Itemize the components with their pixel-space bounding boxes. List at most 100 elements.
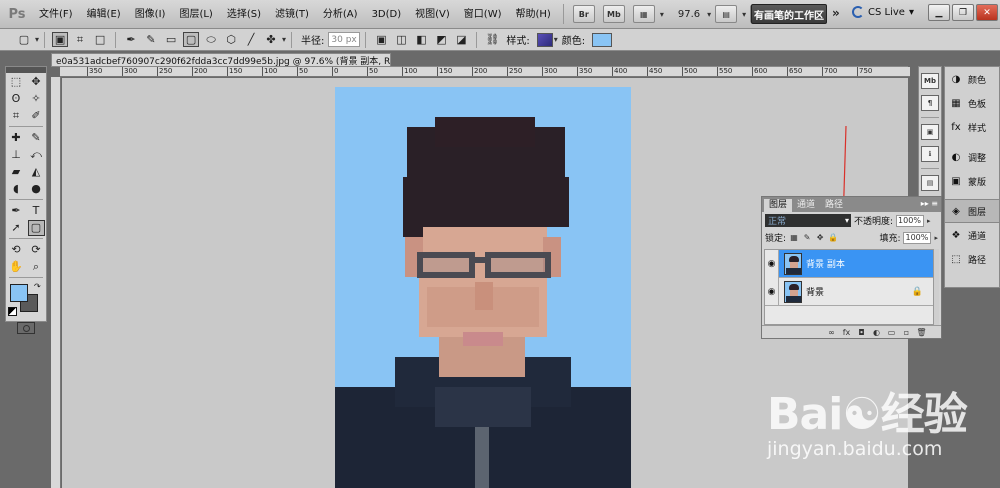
close-icon[interactable]: ✕	[976, 4, 998, 21]
default-colors-icon[interactable]	[8, 307, 17, 316]
visibility-eye-icon[interactable]: ◉	[765, 249, 779, 278]
fx-icon[interactable]: fx	[841, 328, 852, 337]
link-layer-style-icon[interactable]: ⛓	[484, 32, 500, 47]
zoom-tool-icon[interactable]: ⌕	[28, 259, 45, 275]
navigator-icon[interactable]: ▣	[921, 124, 939, 140]
dock-panel-adjustments[interactable]: ◐ 调整	[945, 145, 999, 169]
view-extras-dropdown-icon[interactable]: ▾	[660, 10, 664, 19]
lock-pixels-icon[interactable]: ✎	[802, 233, 812, 243]
paragraph-icon[interactable]: ¶	[921, 95, 939, 111]
link-icon[interactable]: ∞	[826, 328, 837, 337]
menu-item[interactable]: 图像(I)	[128, 0, 173, 29]
swap-colors-icon[interactable]: ↷	[34, 282, 41, 291]
menu-item[interactable]: 帮助(H)	[509, 0, 558, 29]
layer-row[interactable]: ◉ 背景 副本	[765, 249, 935, 278]
minimize-icon[interactable]: ▁	[928, 4, 950, 21]
group-icon[interactable]: ▭	[886, 328, 897, 337]
new-layer-icon[interactable]: ▫	[901, 328, 912, 337]
radius-input[interactable]	[328, 32, 361, 47]
dock-panel-layers[interactable]: ◈ 图层	[945, 199, 999, 223]
tool-preset-dropdown-icon[interactable]: ▾	[35, 35, 39, 44]
paint-bucket-tool-icon[interactable]: ◭	[28, 164, 45, 180]
polygon-shape-icon[interactable]: ⬡	[223, 32, 239, 47]
restore-icon[interactable]: ❐	[952, 4, 974, 21]
dock-panel-channels[interactable]: ❖ 通道	[945, 223, 999, 247]
path-selection-tool-icon[interactable]: ➚	[8, 220, 25, 236]
eyedropper-tool-icon[interactable]: ✐	[28, 108, 45, 124]
lock-position-icon[interactable]: ✥	[815, 233, 825, 243]
shape-options-dropdown-icon[interactable]: ▾	[282, 35, 286, 44]
layers-panel-tab[interactable]: 图层	[764, 199, 793, 212]
style-swatch[interactable]	[536, 32, 553, 47]
document-tab[interactable]: e0a531adcbef760907c290f62fdda3cc7dd99e5b…	[51, 53, 391, 67]
brush-tool-icon[interactable]: ✎	[28, 130, 45, 146]
panel-menu-icon[interactable]: ▸▸ ≡	[921, 199, 938, 208]
rounded-rectangle-tool-icon[interactable]: ▢	[27, 219, 45, 236]
quick-mask-button[interactable]	[17, 322, 35, 334]
dock-panel-swatches[interactable]: ▦ 色板	[945, 91, 999, 115]
fill-input[interactable]: 100%	[903, 231, 932, 244]
dock-panel-paths[interactable]: ⬚ 路径	[945, 247, 999, 271]
lock-all-icon[interactable]: 🔒	[828, 233, 838, 243]
eraser-tool-icon[interactable]: ▰	[8, 164, 25, 180]
dodge-tool-icon[interactable]: ●	[28, 181, 45, 197]
dock-panel-masks[interactable]: ▣ 蒙版	[945, 169, 999, 193]
view-extras-button[interactable]: ▦	[632, 5, 655, 23]
lock-transparent-icon[interactable]: ▦	[789, 233, 799, 243]
add-to-shape-icon[interactable]: ◫	[393, 32, 409, 47]
layers-panel-tab[interactable]: 路径	[820, 199, 848, 212]
menu-item[interactable]: 窗口(W)	[457, 0, 509, 29]
healing-brush-tool-icon[interactable]: ✚	[8, 130, 25, 146]
trash-icon[interactable]: 🗑	[916, 328, 927, 337]
rectangle-shape-icon[interactable]: ▭	[163, 32, 179, 47]
adjustment-icon[interactable]: ◐	[871, 328, 882, 337]
tool-preset-icon[interactable]: ▢	[16, 32, 32, 47]
blend-mode-select[interactable]: 正常 ▾	[765, 214, 851, 227]
rounded-rectangle-icon[interactable]: ▢	[183, 32, 200, 47]
visibility-eye-icon[interactable]: ◉	[765, 277, 779, 306]
line-shape-icon[interactable]: ╱	[243, 32, 259, 47]
custom-shape-icon[interactable]: ✤	[263, 32, 279, 47]
vertical-ruler[interactable]	[51, 77, 61, 488]
type-tool-icon[interactable]: T	[28, 203, 45, 219]
menu-item[interactable]: 视图(V)	[408, 0, 457, 29]
history-icon[interactable]: ▤	[921, 175, 939, 191]
history-brush-tool-icon[interactable]: ⤺	[28, 147, 45, 163]
workspace-button[interactable]: 有画笔的工作区	[751, 4, 827, 24]
lasso-tool-icon[interactable]: ʘ	[8, 91, 25, 107]
new-shape-layer-icon[interactable]: ▣	[373, 32, 389, 47]
horizontal-ruler[interactable]: 350 300 250 200 150 100 50 0 50 100 150 200 250 300 35…	[60, 67, 910, 77]
more-workspaces-icon[interactable]: »	[832, 6, 840, 20]
color-swatch[interactable]	[592, 32, 613, 47]
menu-item[interactable]: 编辑(E)	[80, 0, 128, 29]
info-icon[interactable]: ℹ	[921, 146, 939, 162]
menu-item[interactable]: 文件(F)	[32, 0, 80, 29]
menu-item[interactable]: 选择(S)	[220, 0, 268, 29]
dock-panel-styles[interactable]: fx 样式	[945, 115, 999, 139]
blur-tool-icon[interactable]: ◖	[8, 181, 25, 197]
marquee-tool-icon[interactable]: ⬚	[8, 74, 25, 90]
arrange-documents-button[interactable]: ▤	[715, 5, 738, 23]
menu-item[interactable]: 3D(D)	[365, 0, 409, 29]
quick-selection-tool-icon[interactable]: ✧	[28, 91, 45, 107]
mini-bridge-button[interactable]: Mb	[602, 5, 625, 23]
dock-panel-palette[interactable]: ◑ 颜色	[945, 67, 999, 91]
fill-pixels-icon[interactable]: □	[92, 32, 108, 47]
arrange-dropdown-icon[interactable]: ▾	[742, 10, 746, 19]
paths-mode-icon[interactable]: ⌗	[72, 32, 88, 47]
clone-stamp-tool-icon[interactable]: ⊥	[8, 147, 25, 163]
mask-icon[interactable]: ◘	[856, 328, 867, 337]
style-dropdown-icon[interactable]: ▾	[554, 35, 558, 44]
subtract-shape-icon[interactable]: ◧	[413, 32, 429, 47]
zoom-level[interactable]: 97.6	[678, 9, 700, 20]
move-tool-icon[interactable]: ✥	[28, 74, 45, 90]
3d-rotate-tool-icon[interactable]: ⟲	[8, 242, 25, 258]
menu-item[interactable]: 分析(A)	[316, 0, 365, 29]
cs-live-button[interactable]: CS Live ▾	[852, 6, 914, 18]
layers-scrollbar[interactable]	[933, 249, 939, 325]
menu-item[interactable]: 滤镜(T)	[268, 0, 316, 29]
pen-icon[interactable]: ✒	[123, 32, 139, 47]
exclude-shape-icon[interactable]: ◪	[453, 32, 469, 47]
opacity-input[interactable]: 100%	[896, 214, 925, 227]
menu-item[interactable]: 图层(L)	[172, 0, 219, 29]
